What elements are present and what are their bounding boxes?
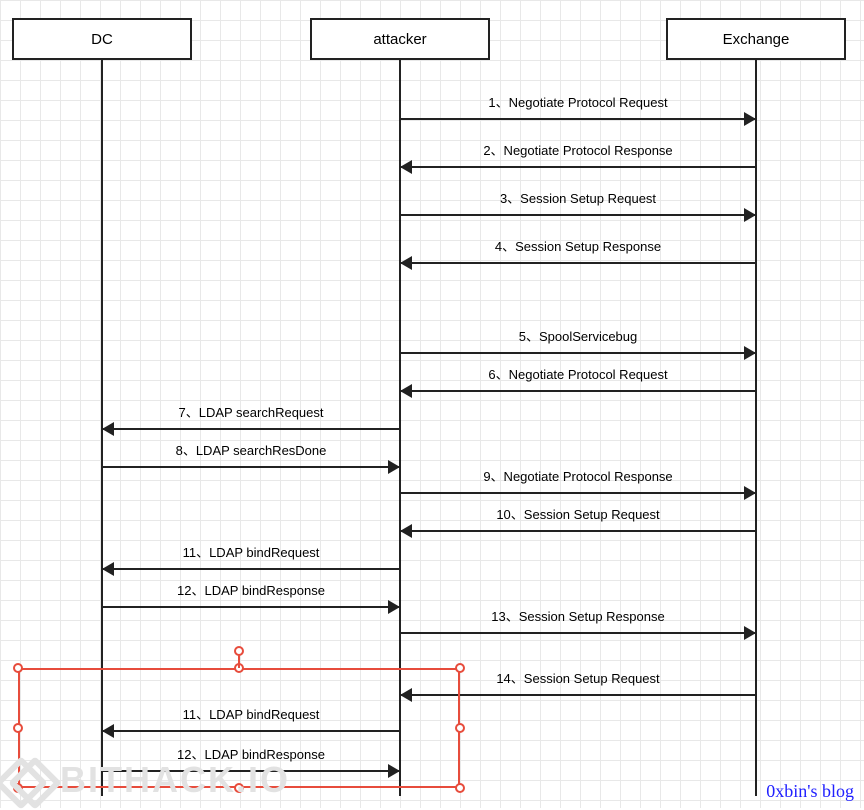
msg-13-label: 13、Session Setup Response <box>401 606 755 625</box>
msg-9: 9、Negotiate Protocol Response <box>401 486 755 502</box>
selection-handle[interactable] <box>13 723 23 733</box>
msg-1-label: 1、Negotiate Protocol Request <box>401 92 755 111</box>
msg-6: 6、Negotiate Protocol Request <box>401 384 755 400</box>
watermark: BITHACK.IO <box>6 758 290 802</box>
msg-12: 12、LDAP bindResponse <box>103 600 399 616</box>
msg-9-label: 9、Negotiate Protocol Response <box>401 466 755 485</box>
msg-4-label: 4、Session Setup Response <box>401 236 755 255</box>
credit-text: 0xbin's blog <box>766 781 854 802</box>
selection-handle[interactable] <box>455 723 465 733</box>
msg-8-label: 8、LDAP searchResDone <box>103 440 399 459</box>
msg-4: 4、Session Setup Response <box>401 256 755 272</box>
msg-5: 5、SpoolServicebug <box>401 346 755 362</box>
msg-7: 7、LDAP searchRequest <box>103 422 399 438</box>
lifeline-exchange <box>755 60 757 796</box>
msg-11: 11、LDAP bindRequest <box>103 562 399 578</box>
actor-exchange-label: Exchange <box>723 31 790 48</box>
msg-3: 3、Session Setup Request <box>401 208 755 224</box>
msg-3-label: 3、Session Setup Request <box>401 188 755 207</box>
msg-13: 13、Session Setup Response <box>401 626 755 642</box>
actor-dc-label: DC <box>91 31 113 48</box>
actor-attacker-label: attacker <box>373 31 426 48</box>
msg-11-label: 11、LDAP bindRequest <box>103 542 399 561</box>
msg-5-label: 5、SpoolServicebug <box>401 326 755 345</box>
watermark-icon <box>6 758 50 802</box>
actor-exchange: Exchange <box>666 18 846 60</box>
msg-2: 2、Negotiate Protocol Response <box>401 160 755 176</box>
watermark-text: BITHACK.IO <box>60 759 290 801</box>
rotate-handle[interactable] <box>234 646 244 656</box>
msg-7-label: 7、LDAP searchRequest <box>103 402 399 421</box>
msg-8: 8、LDAP searchResDone <box>103 460 399 476</box>
msg-10-label: 10、Session Setup Request <box>401 504 755 523</box>
msg-6-label: 6、Negotiate Protocol Request <box>401 364 755 383</box>
selection-handle[interactable] <box>13 663 23 673</box>
msg-1: 1、Negotiate Protocol Request <box>401 112 755 128</box>
selection-handle[interactable] <box>455 663 465 673</box>
sequence-diagram: DC attacker Exchange 1、Negotiate Protoco… <box>0 0 864 808</box>
msg-10: 10、Session Setup Request <box>401 524 755 540</box>
selection-handle[interactable] <box>455 783 465 793</box>
msg-12-label: 12、LDAP bindResponse <box>103 580 399 599</box>
actor-dc: DC <box>12 18 192 60</box>
actor-attacker: attacker <box>310 18 490 60</box>
selection-handle[interactable] <box>234 663 244 673</box>
msg-2-label: 2、Negotiate Protocol Response <box>401 140 755 159</box>
